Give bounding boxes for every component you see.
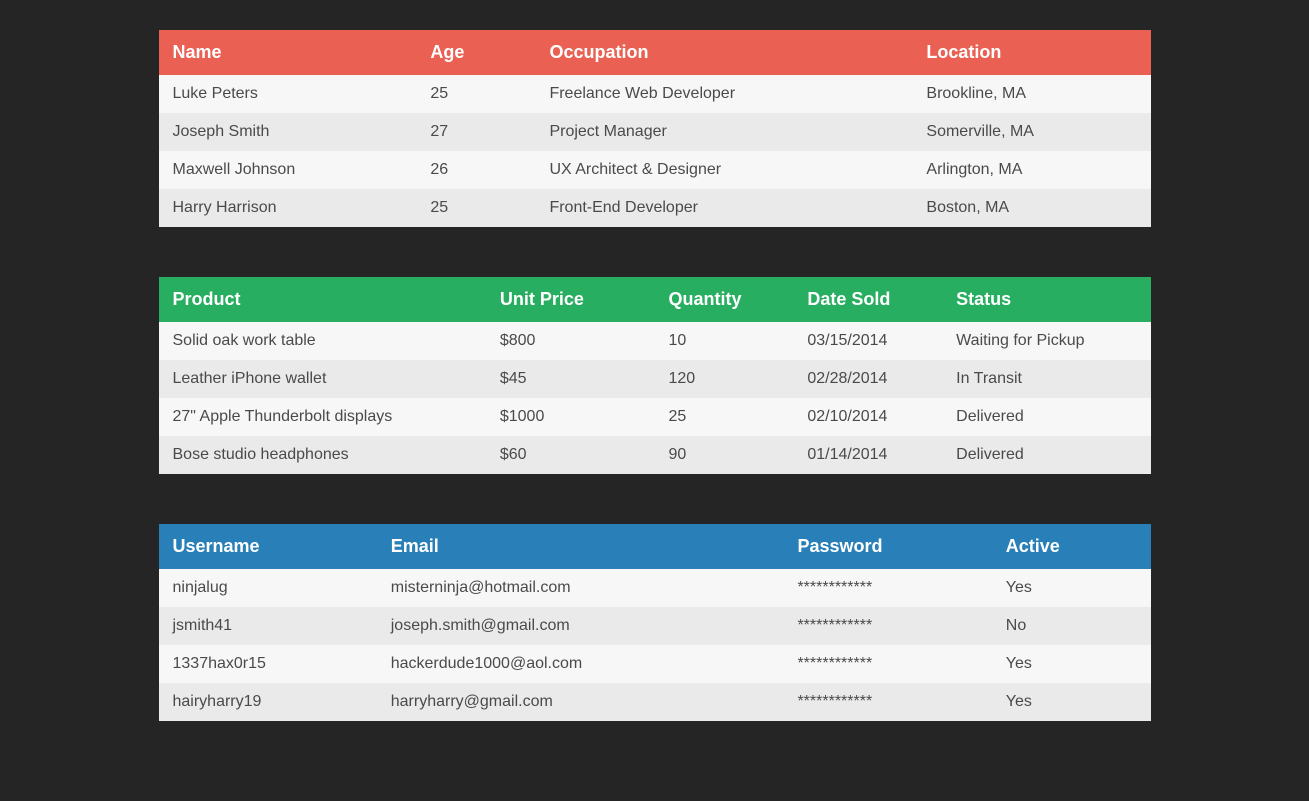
cell-location: Boston, MA bbox=[912, 189, 1150, 227]
cell-occupation: Project Manager bbox=[535, 113, 912, 151]
col-unit-price: Unit Price bbox=[486, 277, 655, 322]
table-row: jsmith41 joseph.smith@gmail.com ********… bbox=[159, 607, 1151, 645]
cell-occupation: UX Architect & Designer bbox=[535, 151, 912, 189]
col-name: Name bbox=[159, 30, 417, 75]
cell-location: Brookline, MA bbox=[912, 75, 1150, 113]
col-quantity: Quantity bbox=[654, 277, 793, 322]
cell-age: 27 bbox=[416, 113, 535, 151]
cell-product: Bose studio headphones bbox=[159, 436, 486, 474]
table-row: Maxwell Johnson 26 UX Architect & Design… bbox=[159, 151, 1151, 189]
table-row: 27" Apple Thunderbolt displays $1000 25 … bbox=[159, 398, 1151, 436]
col-location: Location bbox=[912, 30, 1150, 75]
cell-age: 26 bbox=[416, 151, 535, 189]
cell-product: 27" Apple Thunderbolt displays bbox=[159, 398, 486, 436]
cell-password: ************ bbox=[783, 645, 991, 683]
cell-quantity: 120 bbox=[654, 360, 793, 398]
cell-password: ************ bbox=[783, 569, 991, 607]
cell-name: Luke Peters bbox=[159, 75, 417, 113]
cell-occupation: Freelance Web Developer bbox=[535, 75, 912, 113]
cell-product: Leather iPhone wallet bbox=[159, 360, 486, 398]
cell-date-sold: 02/10/2014 bbox=[793, 398, 942, 436]
col-age: Age bbox=[416, 30, 535, 75]
cell-email: hackerdude1000@aol.com bbox=[377, 645, 784, 683]
table-row: Solid oak work table $800 10 03/15/2014 … bbox=[159, 322, 1151, 360]
table-row: ninjalug misterninja@hotmail.com *******… bbox=[159, 569, 1151, 607]
col-status: Status bbox=[942, 277, 1150, 322]
cell-quantity: 10 bbox=[654, 322, 793, 360]
table-row: Bose studio headphones $60 90 01/14/2014… bbox=[159, 436, 1151, 474]
cell-username: ninjalug bbox=[159, 569, 377, 607]
col-password: Password bbox=[783, 524, 991, 569]
cell-unit-price: $45 bbox=[486, 360, 655, 398]
col-email: Email bbox=[377, 524, 784, 569]
cell-date-sold: 02/28/2014 bbox=[793, 360, 942, 398]
cell-username: 1337hax0r15 bbox=[159, 645, 377, 683]
col-occupation: Occupation bbox=[535, 30, 912, 75]
table-row: hairyharry19 harryharry@gmail.com ******… bbox=[159, 683, 1151, 721]
sales-table: Product Unit Price Quantity Date Sold St… bbox=[159, 277, 1151, 474]
users-table: Username Email Password Active ninjalug … bbox=[159, 524, 1151, 721]
cell-status: Delivered bbox=[942, 398, 1150, 436]
table-row: Leather iPhone wallet $45 120 02/28/2014… bbox=[159, 360, 1151, 398]
cell-age: 25 bbox=[416, 75, 535, 113]
people-table: Name Age Occupation Location Luke Peters… bbox=[159, 30, 1151, 227]
cell-email: harryharry@gmail.com bbox=[377, 683, 784, 721]
cell-age: 25 bbox=[416, 189, 535, 227]
cell-unit-price: $60 bbox=[486, 436, 655, 474]
cell-name: Maxwell Johnson bbox=[159, 151, 417, 189]
cell-password: ************ bbox=[783, 683, 991, 721]
cell-email: joseph.smith@gmail.com bbox=[377, 607, 784, 645]
cell-product: Solid oak work table bbox=[159, 322, 486, 360]
cell-location: Somerville, MA bbox=[912, 113, 1150, 151]
cell-active: No bbox=[992, 607, 1151, 645]
cell-username: hairyharry19 bbox=[159, 683, 377, 721]
cell-date-sold: 01/14/2014 bbox=[793, 436, 942, 474]
cell-quantity: 25 bbox=[654, 398, 793, 436]
table-row: 1337hax0r15 hackerdude1000@aol.com *****… bbox=[159, 645, 1151, 683]
col-active: Active bbox=[992, 524, 1151, 569]
cell-name: Harry Harrison bbox=[159, 189, 417, 227]
cell-occupation: Front-End Developer bbox=[535, 189, 912, 227]
table-header-row: Product Unit Price Quantity Date Sold St… bbox=[159, 277, 1151, 322]
cell-active: Yes bbox=[992, 683, 1151, 721]
cell-unit-price: $800 bbox=[486, 322, 655, 360]
table-header-row: Username Email Password Active bbox=[159, 524, 1151, 569]
cell-status: In Transit bbox=[942, 360, 1150, 398]
cell-username: jsmith41 bbox=[159, 607, 377, 645]
cell-email: misterninja@hotmail.com bbox=[377, 569, 784, 607]
col-date-sold: Date Sold bbox=[793, 277, 942, 322]
cell-date-sold: 03/15/2014 bbox=[793, 322, 942, 360]
cell-status: Delivered bbox=[942, 436, 1150, 474]
cell-active: Yes bbox=[992, 645, 1151, 683]
table-row: Harry Harrison 25 Front-End Developer Bo… bbox=[159, 189, 1151, 227]
cell-name: Joseph Smith bbox=[159, 113, 417, 151]
cell-unit-price: $1000 bbox=[486, 398, 655, 436]
cell-location: Arlington, MA bbox=[912, 151, 1150, 189]
cell-active: Yes bbox=[992, 569, 1151, 607]
table-row: Joseph Smith 27 Project Manager Somervil… bbox=[159, 113, 1151, 151]
table-row: Luke Peters 25 Freelance Web Developer B… bbox=[159, 75, 1151, 113]
table-header-row: Name Age Occupation Location bbox=[159, 30, 1151, 75]
cell-status: Waiting for Pickup bbox=[942, 322, 1150, 360]
col-username: Username bbox=[159, 524, 377, 569]
col-product: Product bbox=[159, 277, 486, 322]
cell-quantity: 90 bbox=[654, 436, 793, 474]
cell-password: ************ bbox=[783, 607, 991, 645]
